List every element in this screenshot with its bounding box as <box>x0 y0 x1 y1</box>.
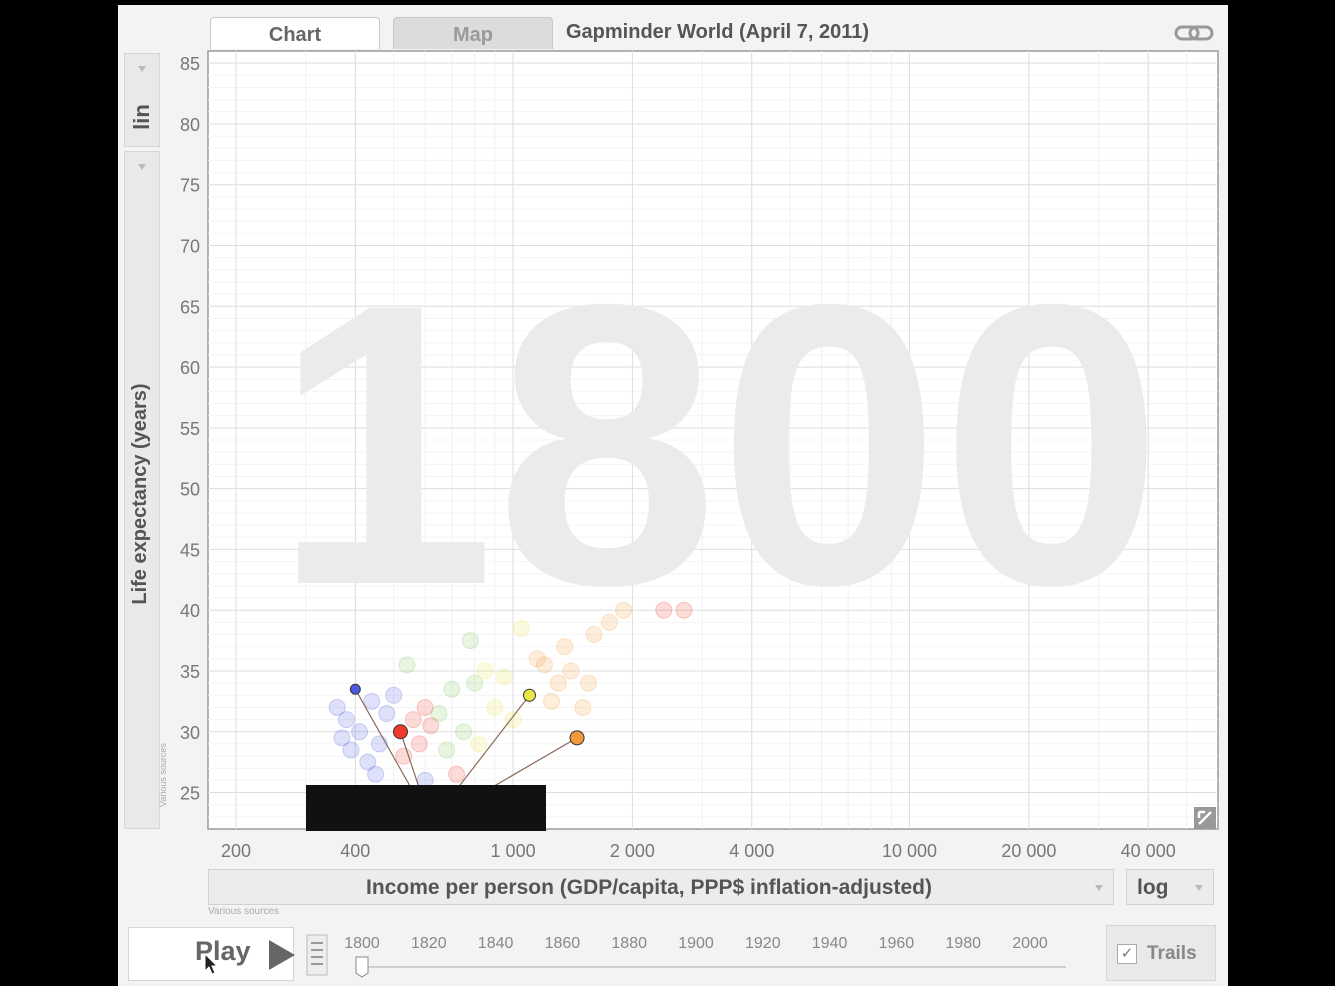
chart: 1800 25 30 35 40 45 50 55 60 65 70 75 80 85 200 400 1 … <box>158 50 1219 978</box>
data-point <box>574 698 592 716</box>
data-point <box>580 674 598 692</box>
y-tick-label: 35 <box>180 662 200 682</box>
data-point <box>556 638 574 656</box>
highlighted-point[interactable] <box>349 683 361 695</box>
x-tick-label: 20 000 <box>1001 841 1056 861</box>
timeline-year-label: 1840 <box>478 935 514 952</box>
cursor-icon <box>204 953 219 975</box>
y-tick-label: 75 <box>180 176 200 196</box>
data-point <box>378 705 396 723</box>
timeline-slider-handle[interactable] <box>355 956 369 978</box>
chevron-down-icon <box>1095 885 1103 891</box>
y-tick-label: 60 <box>180 358 200 378</box>
trails-label: Trails <box>1147 943 1197 964</box>
y-tick-label: 65 <box>180 297 200 317</box>
x-tick-label: 400 <box>340 841 370 861</box>
y-source-label: Various sources <box>158 743 168 807</box>
data-point <box>351 723 369 741</box>
data-point <box>549 674 567 692</box>
x-tick-label: 2 000 <box>610 841 655 861</box>
data-point <box>370 735 388 753</box>
trails-checkbox[interactable]: ✓ <box>1117 944 1137 964</box>
data-point <box>430 705 448 723</box>
y-tick-label: 70 <box>180 237 200 257</box>
timeline[interactable]: 1800 1820 1840 1860 1880 1900 1920 1940 1960 1980… <box>344 935 1066 978</box>
y-tick-label: 55 <box>180 419 200 439</box>
expand-icon[interactable] <box>1194 807 1216 829</box>
data-point <box>615 601 633 619</box>
timeline-year-label: 1860 <box>545 935 581 952</box>
data-point <box>455 723 473 741</box>
timeline-year-label: 1920 <box>745 935 781 952</box>
y-tick-label: 25 <box>180 784 200 804</box>
data-point <box>448 765 466 783</box>
timeline-year-label: 1880 <box>611 935 647 952</box>
speed-icon[interactable] <box>305 933 329 977</box>
data-point <box>562 662 580 680</box>
data-point <box>385 686 403 704</box>
data-point <box>528 650 546 668</box>
y-tick-label: 80 <box>180 115 200 135</box>
data-point <box>410 735 428 753</box>
year-watermark: 1800 <box>273 221 1163 668</box>
timeline-year-label: 1940 <box>812 935 848 952</box>
data-point <box>404 711 422 729</box>
timeline-year-label: 2000 <box>1012 935 1048 952</box>
x-scale-selector[interactable]: log <box>1126 869 1214 905</box>
data-point <box>398 656 416 674</box>
data-point <box>542 692 560 710</box>
x-tick-label: 10 000 <box>882 841 937 861</box>
x-tick-label: 40 000 <box>1121 841 1176 861</box>
x-scale-label: log <box>1137 876 1169 899</box>
x-tick-labels: 200 400 1 000 2 000 4 000 10 000 20 000 40 000 <box>221 841 1176 861</box>
data-point <box>461 632 479 650</box>
data-point <box>655 601 673 619</box>
trails-toggle[interactable]: ✓ Trails <box>1106 925 1216 981</box>
highlighted-point[interactable] <box>522 688 536 702</box>
x-source-label: Various sources <box>208 906 279 917</box>
data-point <box>395 747 413 765</box>
data-point <box>438 741 456 759</box>
highlighted-point[interactable] <box>392 724 408 740</box>
highlighted-point[interactable] <box>569 730 585 746</box>
data-point <box>470 735 488 753</box>
data-point <box>363 692 381 710</box>
data-point <box>600 613 618 631</box>
data-point <box>504 711 522 729</box>
timeline-year-label: 1820 <box>411 935 447 952</box>
data-point <box>337 711 355 729</box>
data-point <box>486 698 504 716</box>
data-point <box>443 680 461 698</box>
x-tick-label: 4 000 <box>729 841 774 861</box>
data-point <box>675 601 693 619</box>
x-tick-label: 200 <box>221 841 251 861</box>
chevron-down-icon <box>1195 885 1203 891</box>
y-tick-label: 40 <box>180 601 200 621</box>
timeline-year-label: 1900 <box>678 935 714 952</box>
x-axis-selector[interactable]: Income per person (GDP/capita, PPP$ infl… <box>208 869 1114 905</box>
x-axis-label: Income per person (GDP/capita, PPP$ infl… <box>366 876 932 899</box>
data-point <box>512 619 530 637</box>
data-point <box>585 626 603 643</box>
x-tick-label: 1 000 <box>491 841 536 861</box>
redacted-block <box>306 785 546 831</box>
y-tick-labels: 25 30 35 40 45 50 55 60 65 70 75 80 85 <box>180 54 200 803</box>
y-tick-label: 45 <box>180 540 200 560</box>
timeline-year-label: 1800 <box>344 935 380 952</box>
gapminder-panel: Chart Map Gapminder World (April 7, 2011… <box>118 5 1228 986</box>
data-point <box>476 662 494 680</box>
data-point <box>333 729 351 747</box>
play-icon <box>269 940 295 970</box>
y-tick-label: 85 <box>180 54 200 74</box>
data-point <box>367 765 385 783</box>
y-tick-label: 50 <box>180 480 200 500</box>
y-tick-label: 30 <box>180 723 200 743</box>
timeline-year-label: 1960 <box>879 935 915 952</box>
timeline-year-label: 1980 <box>945 935 981 952</box>
data-point <box>495 668 513 686</box>
